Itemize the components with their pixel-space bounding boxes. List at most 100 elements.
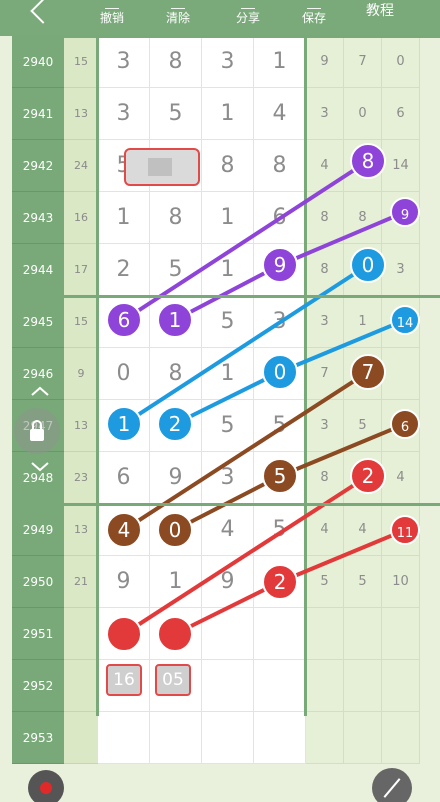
tail-cell: 3 [306, 400, 344, 452]
digit-cell[interactable]: 4 [202, 504, 254, 556]
chevron-up-icon[interactable] [30, 386, 50, 396]
sum-cell [64, 660, 98, 712]
digit-cell[interactable] [150, 400, 202, 452]
digit-cell[interactable]: 8 [202, 140, 254, 192]
tail-cell: 5 [306, 556, 344, 608]
digit-cell[interactable] [98, 296, 150, 348]
digit-cell[interactable]: 6 [254, 192, 306, 244]
grid-row: 294224588414 [0, 140, 440, 192]
sum-cell: 23 [64, 452, 98, 504]
digit-cell[interactable]: 3 [202, 36, 254, 88]
share-button[interactable]: 分享 [228, 2, 268, 26]
tail-cell [382, 712, 420, 764]
digit-cell[interactable] [98, 400, 150, 452]
digit-cell[interactable] [150, 296, 202, 348]
lock-button[interactable] [14, 408, 60, 454]
digit-cell[interactable]: 5 [150, 244, 202, 296]
digit-cell[interactable] [202, 712, 254, 764]
grid-row: 2947135535 [0, 400, 440, 452]
digit-cell[interactable]: 8 [150, 192, 202, 244]
digit-cell[interactable] [254, 244, 306, 296]
sum-cell: 16 [64, 192, 98, 244]
tail-cell: 3 [382, 244, 420, 296]
grid-row: 2948 23 6 9 3 8 4 [0, 452, 440, 504]
digit-cell[interactable]: 9 [98, 556, 150, 608]
chevron-down-icon[interactable] [30, 462, 50, 472]
digit-cell[interactable]: 1 [202, 192, 254, 244]
tail-cell [344, 712, 382, 764]
digit-cell[interactable]: 5 [150, 88, 202, 140]
tail-cell: 8 [306, 244, 344, 296]
tail-cell: 0 [344, 88, 382, 140]
digit-cell[interactable]: 1 [98, 192, 150, 244]
tail-cell: 7 [344, 36, 382, 88]
digit-cell[interactable] [150, 504, 202, 556]
issue-number: 2945 [12, 296, 64, 348]
digit-cell[interactable]: 2 [98, 244, 150, 296]
grid-row: 2951 [0, 608, 440, 660]
tail-cell [306, 712, 344, 764]
tail-cell [344, 244, 382, 296]
sum-cell: 21 [64, 556, 98, 608]
pen-tool-button[interactable] [372, 768, 412, 802]
tail-cell [344, 348, 382, 400]
digit-cell[interactable] [150, 608, 202, 660]
save-icon [307, 2, 321, 9]
issue-number: 2942 [12, 140, 64, 192]
tail-cell: 4 [306, 504, 344, 556]
grid-row: 2941 13 3 5 1 4 3 0 6 [0, 88, 440, 140]
digit-cell[interactable]: 5 [254, 400, 306, 452]
record-button[interactable] [28, 770, 64, 802]
digit-cell[interactable]: 8 [150, 348, 202, 400]
digit-cell[interactable] [150, 712, 202, 764]
digit-cell[interactable] [202, 608, 254, 660]
sum-cell: 15 [64, 296, 98, 348]
digit-cell[interactable]: 1 [202, 348, 254, 400]
digit-cell[interactable]: 3 [254, 296, 306, 348]
digit-cell[interactable] [202, 660, 254, 712]
back-icon[interactable] [24, 0, 54, 30]
undo-button[interactable]: 撤销 [92, 2, 132, 26]
tail-cell [344, 660, 382, 712]
digit-cell[interactable] [254, 660, 306, 712]
save-button[interactable]: 保存 [294, 2, 334, 26]
digit-cell[interactable]: 1 [202, 244, 254, 296]
digit-cell[interactable] [254, 348, 306, 400]
sum-cell: 17 [64, 244, 98, 296]
grid-row: 2952 [0, 660, 440, 712]
digit-cell[interactable] [98, 504, 150, 556]
tail-cell: 3 [306, 88, 344, 140]
digit-cell[interactable]: 3 [98, 36, 150, 88]
digit-cell[interactable]: 9 [150, 452, 202, 504]
digit-cell[interactable] [254, 556, 306, 608]
digit-cell[interactable] [254, 712, 306, 764]
digit-cell[interactable] [98, 608, 150, 660]
digit-cell[interactable]: 5 [202, 400, 254, 452]
digit-cell[interactable]: 9 [202, 556, 254, 608]
digit-cell[interactable]: 4 [254, 88, 306, 140]
grid-divider-left [96, 36, 99, 716]
digit-cell[interactable]: 3 [98, 88, 150, 140]
result-badge-1: 16 [106, 664, 142, 696]
undo-icon [105, 2, 119, 9]
digit-cell[interactable]: 1 [254, 36, 306, 88]
grid-row: 2946 9 0 8 1 7 [0, 348, 440, 400]
digit-cell[interactable]: 5 [202, 296, 254, 348]
digit-cell[interactable]: 6 [98, 452, 150, 504]
digit-cell[interactable]: 0 [98, 348, 150, 400]
digit-cell[interactable]: 1 [202, 88, 254, 140]
tutorial-button[interactable]: 教程 [360, 0, 400, 20]
clear-button[interactable]: 清除 [158, 2, 198, 26]
issue-number: 2948 [12, 452, 64, 504]
tail-cell [382, 348, 420, 400]
tail-cell: 6 [382, 88, 420, 140]
digit-cell[interactable]: 8 [150, 36, 202, 88]
tail-cell [344, 608, 382, 660]
digit-cell[interactable] [254, 452, 306, 504]
digit-cell[interactable] [98, 712, 150, 764]
digit-cell[interactable] [254, 608, 306, 660]
digit-cell[interactable]: 3 [202, 452, 254, 504]
digit-cell[interactable]: 1 [150, 556, 202, 608]
digit-cell[interactable]: 8 [254, 140, 306, 192]
digit-cell[interactable]: 5 [254, 504, 306, 556]
